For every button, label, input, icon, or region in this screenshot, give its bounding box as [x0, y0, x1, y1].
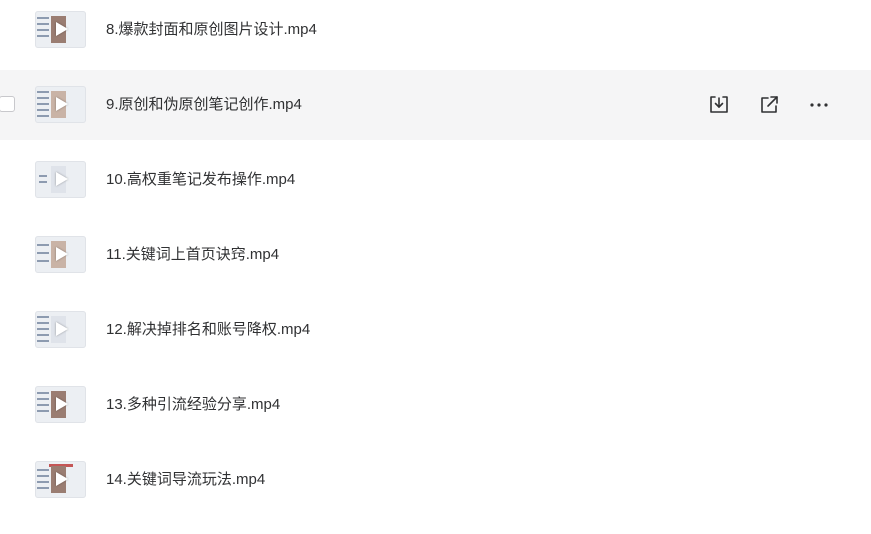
file-row[interactable]: 12.解决掉排名和账号降权.mp4: [0, 295, 871, 365]
play-icon: [56, 172, 68, 186]
file-list: 8.爆款封面和原创图片设计.mp4 9.原创和伪原创笔记创作.mp4 10.高权…: [0, 0, 871, 534]
file-row[interactable]: 11.关键词上首页诀窍.mp4: [0, 220, 871, 290]
file-name[interactable]: 8.爆款封面和原创图片设计.mp4: [106, 0, 317, 65]
video-thumbnail: [35, 11, 86, 48]
file-name[interactable]: 9.原创和伪原创笔记创作.mp4: [106, 70, 302, 140]
file-name[interactable]: 12.解决掉排名和账号降权.mp4: [106, 295, 310, 365]
video-thumbnail: [35, 386, 86, 423]
video-thumbnail: [35, 161, 86, 198]
video-thumbnail: [35, 236, 86, 273]
row-checkbox[interactable]: [0, 96, 15, 112]
play-icon: [56, 397, 68, 411]
file-row[interactable]: 9.原创和伪原创笔记创作.mp4: [0, 70, 871, 140]
file-row[interactable]: 14.关键词导流玩法.mp4: [0, 445, 871, 515]
video-thumbnail: [35, 311, 86, 348]
share-icon[interactable]: [757, 93, 781, 117]
file-name[interactable]: 13.多种引流经验分享.mp4: [106, 370, 280, 440]
file-name[interactable]: 11.关键词上首页诀窍.mp4: [106, 220, 279, 290]
file-name[interactable]: 14.关键词导流玩法.mp4: [106, 445, 265, 515]
file-row[interactable]: 13.多种引流经验分享.mp4: [0, 370, 871, 440]
play-icon: [56, 322, 68, 336]
play-icon: [56, 97, 68, 111]
play-icon: [56, 247, 68, 261]
more-icon[interactable]: [807, 93, 831, 117]
video-thumbnail: [35, 86, 86, 123]
file-row[interactable]: 10.高权重笔记发布操作.mp4: [0, 145, 871, 215]
file-name[interactable]: 10.高权重笔记发布操作.mp4: [106, 145, 295, 215]
play-icon: [56, 472, 68, 486]
video-thumbnail: [35, 461, 86, 498]
play-icon: [56, 22, 68, 36]
download-icon[interactable]: [707, 93, 731, 117]
file-row[interactable]: 8.爆款封面和原创图片设计.mp4: [0, 0, 871, 65]
